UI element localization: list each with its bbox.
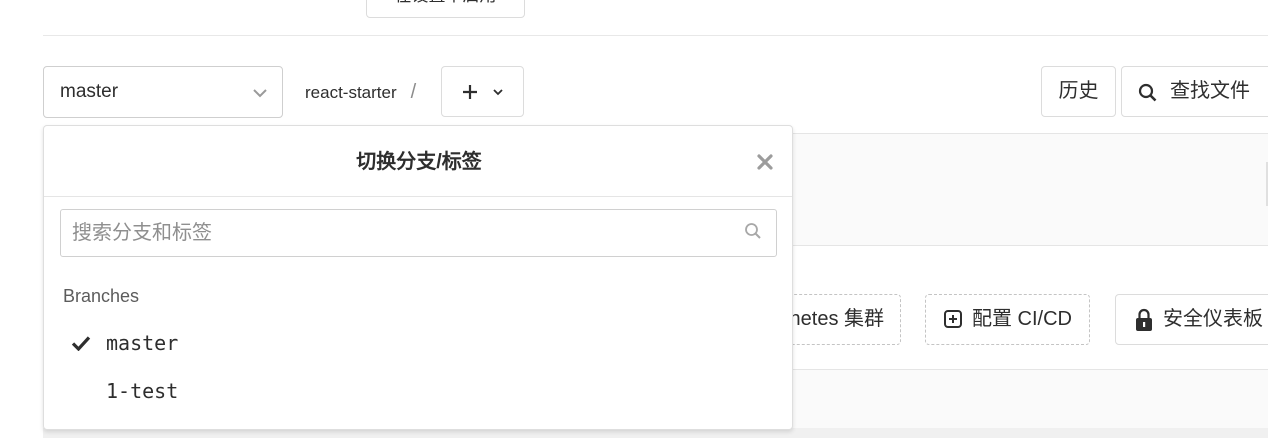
branch-item-master[interactable]: master xyxy=(44,321,792,367)
find-file-label: 查找文件 xyxy=(1170,80,1250,102)
branch-item-label: master xyxy=(106,331,179,355)
history-button[interactable]: 历史 xyxy=(1041,66,1116,117)
divider xyxy=(43,35,1268,36)
setup-cicd-label: 配置 CI/CD xyxy=(972,308,1072,330)
breadcrumb-separator: / xyxy=(410,81,417,103)
close-icon[interactable] xyxy=(755,152,775,172)
commit-info-panel xyxy=(790,133,1268,246)
branch-selector-label: master xyxy=(60,81,119,102)
setup-cicd-button[interactable]: 配置 CI/CD xyxy=(925,294,1090,345)
branch-dropdown: 切换分支/标签 Branches master 1-test xyxy=(43,125,793,430)
branch-item-1-test[interactable]: 1-test xyxy=(44,369,792,415)
branch-search-input[interactable] xyxy=(60,209,777,257)
security-dashboard-label: 安全仪表板 xyxy=(1163,308,1263,330)
add-to-tree-button[interactable] xyxy=(441,66,524,117)
plus-icon xyxy=(462,84,477,99)
chevron-down-icon xyxy=(492,88,503,95)
check-icon xyxy=(71,336,91,351)
security-dashboard-button[interactable]: 安全仪表板 xyxy=(1115,294,1268,345)
breadcrumb-project[interactable]: react-starter xyxy=(305,83,397,102)
branch-selector[interactable]: master xyxy=(43,66,283,118)
branches-section-header: Branches xyxy=(63,286,140,306)
plus-square-icon xyxy=(944,310,962,328)
dropdown-divider xyxy=(44,196,792,197)
branch-item-label: 1-test xyxy=(106,379,179,403)
top-settings-button[interactable]: 在设置中启用 xyxy=(366,0,525,18)
find-file-button[interactable]: 查找文件 xyxy=(1121,66,1268,117)
breadcrumb: react-starter / xyxy=(305,80,416,105)
lock-icon xyxy=(1136,308,1152,331)
chevron-down-icon xyxy=(253,89,267,98)
search-icon xyxy=(1138,83,1157,102)
search-icon xyxy=(745,223,761,239)
dropdown-title: 切换分支/标签 xyxy=(356,151,482,173)
